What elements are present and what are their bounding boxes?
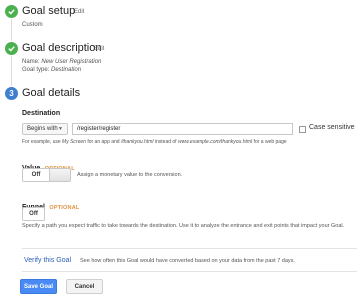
value-toggle-knob <box>50 169 70 181</box>
goal-setup-title: Goal setup <box>22 5 76 17</box>
goal-setup-value: Custom <box>22 22 43 28</box>
divider <box>22 248 357 249</box>
verify-goal-link[interactable]: Verify this Goal <box>24 257 71 264</box>
step-connector-1 <box>11 19 12 41</box>
funnel-toggle[interactable]: Off <box>22 207 45 221</box>
funnel-description: Specify a path you expect traffic to tak… <box>22 223 345 229</box>
value-toggle-state: Off <box>23 169 50 181</box>
goal-type-line: Goal type: Destination <box>22 67 82 73</box>
match-type-select[interactable]: Begins with ▼ <box>22 123 68 135</box>
destination-hint: For example, use My Screen for an app an… <box>22 139 287 145</box>
case-sensitive-checkbox[interactable] <box>299 125 306 133</box>
goal-name-value: New User Registration <box>41 59 102 65</box>
value-description: Assign a monetary value to the conversio… <box>77 172 183 178</box>
cancel-button[interactable]: Cancel <box>66 279 103 294</box>
funnel-toggle-state: Off <box>23 208 44 220</box>
goal-description-check-icon <box>5 42 18 55</box>
case-sensitive-label: Case sensitive <box>309 124 355 131</box>
goal-description-edit-link[interactable]: Edit <box>94 46 104 52</box>
step-connector-2 <box>11 56 12 86</box>
match-type-value: Begins with <box>27 126 58 132</box>
verify-goal-description: See how often this Goal would have conve… <box>80 258 295 264</box>
destination-url-input[interactable]: /register/register <box>72 123 293 135</box>
goal-setup-check-icon <box>5 5 18 18</box>
destination-url-value: /register/register <box>77 126 121 132</box>
goal-details-title: Goal details <box>22 87 81 99</box>
divider-bottom <box>22 271 357 272</box>
chevron-down-icon: ▼ <box>58 126 63 132</box>
goal-details-step-number: 3 <box>5 87 18 100</box>
value-toggle[interactable]: Off <box>22 168 71 182</box>
funnel-optional-tag: OPTIONAL <box>49 205 80 211</box>
goal-setup-edit-link[interactable]: Edit <box>74 9 84 15</box>
goal-description-title: Goal description <box>22 42 102 54</box>
goal-type-value: Destination <box>51 67 82 73</box>
goal-name-line: Name: New User Registration <box>22 59 102 65</box>
save-goal-button[interactable]: Save Goal <box>20 279 57 294</box>
destination-label: Destination <box>22 110 61 117</box>
